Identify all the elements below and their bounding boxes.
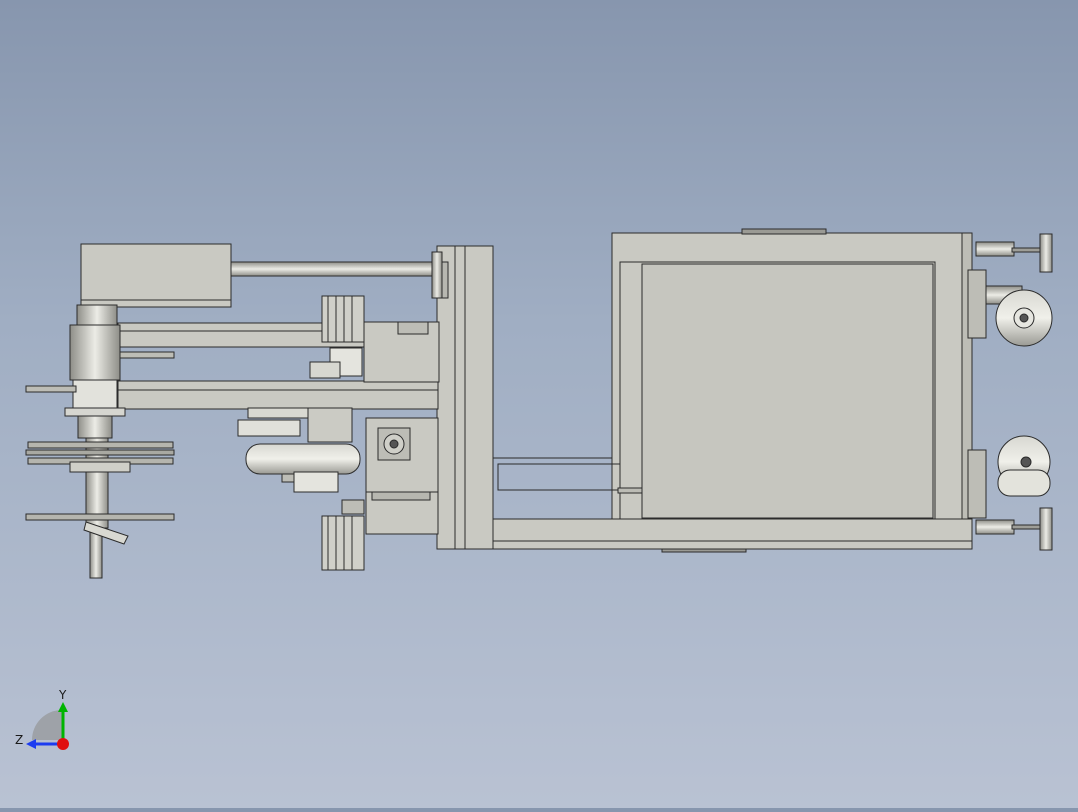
cad-graphics-viewport[interactable] — [0, 0, 1078, 808]
machine-model[interactable] — [0, 0, 1078, 808]
main-cabinet — [489, 228, 973, 553]
caster-wheel-top — [967, 269, 1053, 347]
orientation-triad[interactable]: Y Z — [12, 684, 82, 754]
y-axis-head — [58, 702, 68, 712]
triad-plane-icon — [32, 710, 62, 740]
disc-top — [25, 385, 77, 393]
motor-box — [80, 243, 232, 308]
x-axis-dot — [57, 738, 69, 750]
leveling-foot-bottom — [975, 507, 1053, 551]
z-axis-label: Z — [15, 733, 23, 747]
leveling-foot-top — [975, 233, 1053, 273]
y-axis-label: Y — [58, 688, 67, 702]
z-axis-head — [26, 739, 36, 749]
lower-chassis — [454, 518, 973, 550]
caster-wheel-bottom — [967, 435, 1051, 519]
roller-bottom — [321, 515, 365, 571]
upper-rod — [229, 251, 443, 299]
belt-drum — [237, 407, 365, 515]
roller-top — [321, 295, 365, 343]
column-plate — [436, 245, 494, 550]
